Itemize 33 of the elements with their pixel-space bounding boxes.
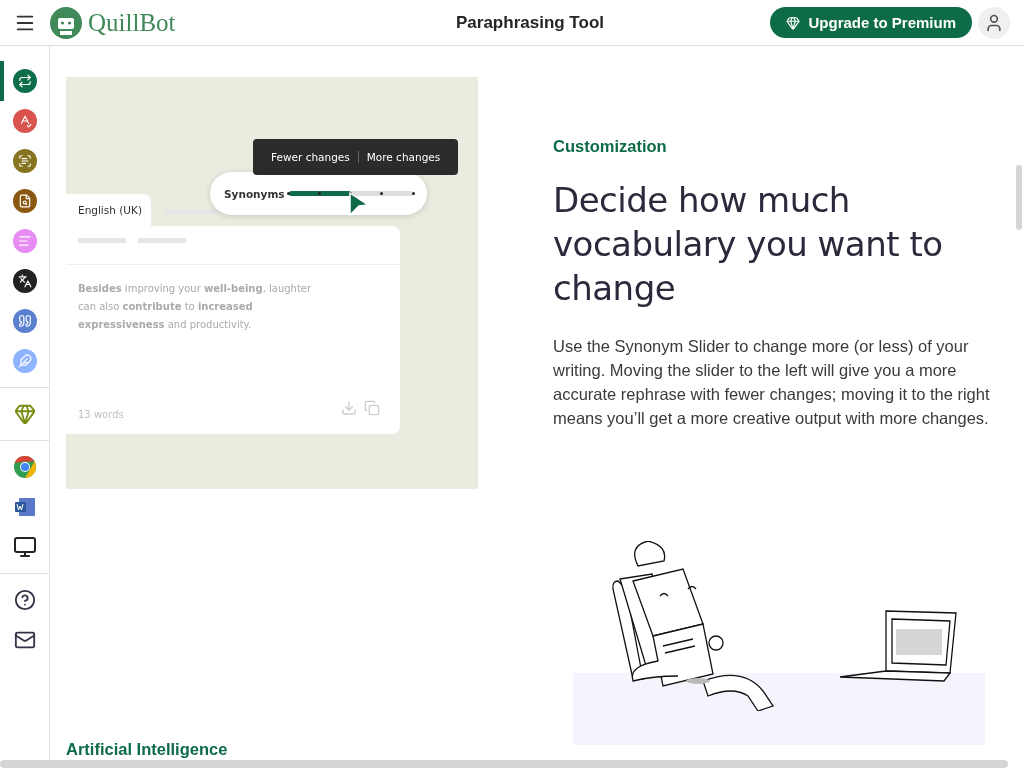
word-count: 13 words — [78, 409, 124, 420]
user-icon — [984, 12, 1004, 33]
feather-icon — [17, 354, 32, 368]
diamond-icon — [786, 15, 801, 30]
mail-icon — [13, 629, 36, 651]
slider-label: Synonyms — [224, 187, 285, 200]
section-heading: Decide how much vocabulary you want to change — [553, 179, 944, 310]
page-title: Paraphrasing Tool — [455, 12, 605, 33]
synonym-slider[interactable] — [288, 191, 413, 196]
scan-icon — [17, 154, 32, 168]
account-button[interactable] — [978, 6, 1010, 39]
upgrade-button[interactable]: Upgrade to Premium — [770, 7, 972, 38]
horizontal-scrollbar[interactable] — [0, 760, 1008, 768]
quote-icon — [17, 314, 32, 328]
paraphrase-icon — [17, 74, 32, 88]
monitor-icon — [12, 535, 37, 559]
browser-icon — [12, 455, 37, 479]
lines-icon — [17, 234, 32, 248]
logo-text: QuillBot — [88, 8, 176, 37]
word-document-icon — [12, 495, 37, 519]
vertical-scrollbar[interactable] — [1016, 165, 1022, 230]
tooltip-label: More changes — [357, 151, 449, 163]
help-icon — [13, 589, 36, 611]
tooltip-label: Fewer changes — [270, 151, 351, 163]
language-tab[interactable]: English (UK) — [66, 194, 151, 228]
section-eyebrow: Customization — [553, 137, 668, 156]
robot-logo-icon — [50, 6, 82, 39]
section-eyebrow: Artificial Intelligence — [66, 740, 228, 758]
document-search-icon — [17, 194, 32, 208]
translate-icon — [17, 274, 32, 288]
section-body: Use the Synonym Slider to change more (or less) of your writing. Moving the slider to the left will give you a more accurate rephrase with fewer changes; moving it to the right means you’ll get a more creative output with more changes. — [553, 336, 991, 429]
diamond-icon — [13, 403, 36, 425]
sample-text: Besides improving your well-being, laughter can also contribute to increased expressiveness and productivity. — [78, 282, 313, 332]
